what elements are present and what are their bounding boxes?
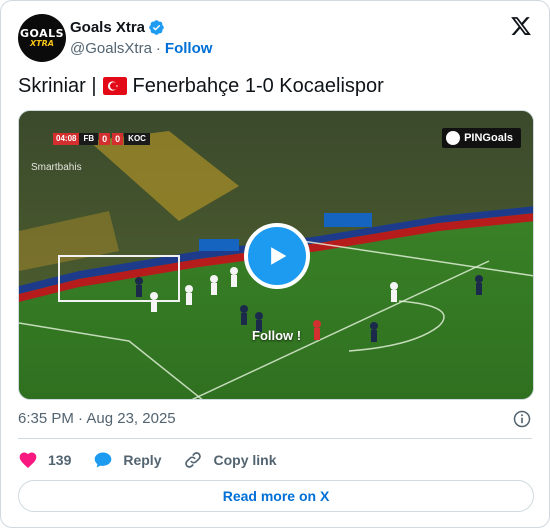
play-icon xyxy=(271,247,287,265)
tweet-header: GOALS XTRA Goals Xtra @GoalsXtra · Follo… xyxy=(18,14,532,62)
like-button[interactable]: 139 xyxy=(18,450,71,470)
speech-bubble-icon xyxy=(95,452,112,468)
home-team: FB xyxy=(79,133,99,145)
tweet-text-part-2: Fenerbahçe 1-0 Kocaelispor xyxy=(132,75,384,97)
home-score: 0 xyxy=(99,133,111,145)
avatar-text-bottom: XTRA xyxy=(30,39,54,48)
video-media[interactable]: 04:08 FB 0 0 KOC Smartbahis PINGoals Fol… xyxy=(18,110,534,400)
turkey-flag-icon xyxy=(102,77,127,95)
meta-separator: · xyxy=(78,410,84,427)
tweet-date: Aug 23, 2025 xyxy=(86,410,176,427)
avatar[interactable]: GOALS XTRA xyxy=(18,14,66,62)
x-logo-icon[interactable] xyxy=(510,15,532,37)
tweet-text: Skriniar | Fenerbahçe 1-0 Kocaelispor xyxy=(18,74,384,98)
reply-label: Reply xyxy=(123,452,162,468)
author-names: Goals Xtra @GoalsXtra · Follow xyxy=(70,18,212,57)
tweet-time: 6:35 PM xyxy=(18,410,74,427)
pingoals-label: PINGoals xyxy=(464,132,513,144)
avatar-text-top: GOALS xyxy=(19,27,65,40)
divider xyxy=(18,438,532,439)
reply-button[interactable]: Reply xyxy=(93,450,161,470)
tweet-actions: 139 Reply Copy link xyxy=(18,450,299,470)
link-icon xyxy=(185,452,202,468)
telegram-icon xyxy=(446,131,461,145)
verified-badge-icon xyxy=(149,19,164,35)
scorebug: 04:08 FB 0 0 KOC xyxy=(53,132,150,146)
like-count: 139 xyxy=(48,452,72,468)
pingoals-watermark: PINGoals xyxy=(442,128,521,148)
read-more-button[interactable]: Read more on X xyxy=(18,480,534,512)
handle[interactable]: @GoalsXtra xyxy=(70,40,152,57)
sponsor-watermark: Smartbahis xyxy=(31,162,82,173)
info-icon[interactable] xyxy=(512,409,532,429)
match-clock: 04:08 xyxy=(53,133,80,145)
tweet-text-part-1: Skriniar | xyxy=(18,75,97,97)
copy-link-label: Copy link xyxy=(213,452,277,468)
follow-overlay-text: Follow ! xyxy=(252,328,302,343)
separator: · xyxy=(155,39,161,57)
tweet-card: GOALS XTRA Goals Xtra @GoalsXtra · Follo… xyxy=(0,0,550,528)
play-button[interactable] xyxy=(244,223,310,289)
away-score: 0 xyxy=(112,133,124,145)
copy-link-button[interactable]: Copy link xyxy=(183,450,277,470)
tweet-timestamp[interactable]: 6:35 PM · Aug 23, 2025 xyxy=(18,410,176,427)
follow-button[interactable]: Follow xyxy=(165,40,213,57)
heart-icon xyxy=(19,452,37,468)
away-team: KOC xyxy=(124,133,150,145)
display-name[interactable]: Goals Xtra xyxy=(70,19,145,36)
